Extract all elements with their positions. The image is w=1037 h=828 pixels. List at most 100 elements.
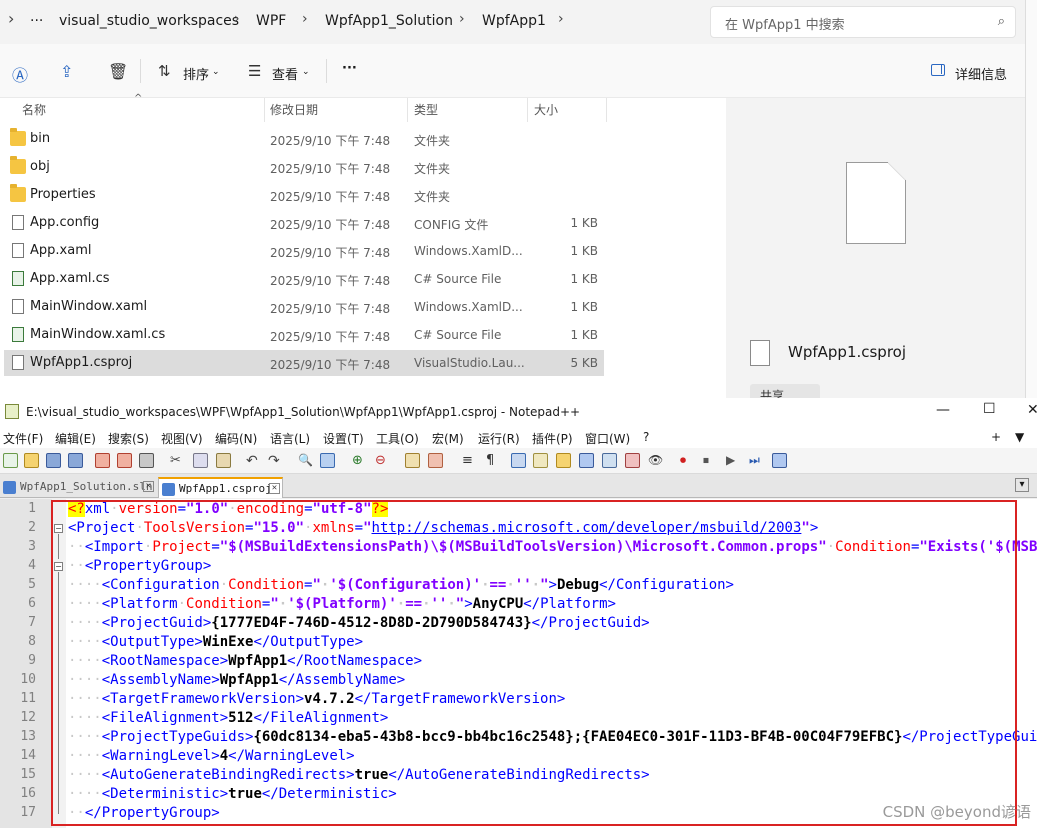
chevron-right-icon[interactable]: › [558,11,564,27]
language-icon[interactable] [533,453,548,468]
column-divider[interactable] [407,98,408,122]
paste-icon[interactable] [216,453,231,468]
column-header-type[interactable]: 类型 [414,101,438,118]
menu-edit[interactable]: 编辑(E) [55,430,96,447]
sort-icon[interactable]: ⇅ [158,62,171,80]
stop-macro-icon[interactable]: ⏹ [703,453,718,468]
menu-view[interactable]: 视图(V) [161,430,203,447]
document-icon [846,162,906,244]
menu-encoding[interactable]: 编码(N) [215,430,257,447]
find-icon[interactable]: 🔍 [298,453,313,468]
share-icon[interactable]: ⇪ [60,62,73,81]
details-button[interactable]: 详细信息 [955,64,1007,83]
menu-search[interactable]: 搜索(S) [108,430,149,447]
menu-plugins[interactable]: 插件(P) [532,430,573,447]
file-row[interactable]: obj 2025/9/10 下午 7:48 文件夹 [4,154,604,180]
menu-tools[interactable]: 工具(O) [376,430,419,447]
column-header-name[interactable]: 名称 [22,101,46,118]
menu-macro[interactable]: 宏(M) [432,430,464,447]
rename-icon[interactable]: Ⓐ [12,62,28,86]
open-file-icon[interactable] [24,453,39,468]
play-macro-icon[interactable]: ▶ [726,453,741,468]
chevron-right-icon[interactable]: › [302,11,308,27]
save-macro-icon[interactable] [772,453,787,468]
indent-guide-icon[interactable] [511,453,526,468]
breadcrumb-item[interactable]: WpfApp1_Solution [325,13,453,29]
file-row[interactable]: Properties 2025/9/10 下午 7:48 文件夹 [4,182,604,208]
monitoring-icon[interactable] [625,453,640,468]
view-icon[interactable]: ☰ [248,62,261,80]
cut-icon[interactable]: ✂ [170,453,185,468]
folder-workspace-icon[interactable] [602,453,617,468]
doc-map-icon[interactable] [556,453,571,468]
more-options-button[interactable]: ··· [342,61,357,76]
chevron-right-icon[interactable]: › [234,11,240,27]
file-row[interactable]: bin 2025/9/10 下午 7:48 文件夹 [4,126,604,152]
show-all-chars-icon[interactable]: ¶ [486,453,501,468]
run-multiple-macro-icon[interactable]: ⏭ [749,453,764,468]
redo-icon[interactable]: ↷ [268,453,283,469]
sort-button[interactable]: 排序 [183,64,209,83]
maximize-icon[interactable]: ☐ [983,401,996,417]
menu-help[interactable]: ? [643,430,649,444]
breadcrumb-item[interactable]: WpfApp1 [482,13,546,29]
function-list-icon[interactable] [579,453,594,468]
word-wrap-icon[interactable]: ≡ [462,453,477,468]
close-icon[interactable]: ✕ [1027,402,1037,418]
menu-file[interactable]: 文件(F) [3,430,43,447]
column-header-size[interactable]: 大小 [534,101,558,118]
chevron-right-icon[interactable]: › [459,11,465,27]
copy-icon[interactable] [193,453,208,468]
file-row[interactable]: MainWindow.xaml 2025/9/10 下午 7:48 Window… [4,294,604,320]
breadcrumb-item[interactable]: visual_studio_workspaces [59,13,239,29]
column-divider[interactable] [527,98,528,122]
add-tab-button[interactable]: + [991,430,1001,444]
view-button[interactable]: 查看 [272,64,298,83]
file-row-selected[interactable]: WpfApp1.csproj 2025/9/10 下午 7:48 VisualS… [4,350,604,376]
minimize-icon[interactable]: — [936,402,950,418]
save-all-icon[interactable] [68,453,83,468]
new-file-icon[interactable] [3,453,18,468]
undo-icon[interactable]: ↶ [246,453,261,469]
menu-run[interactable]: 运行(R) [478,430,520,447]
close-all-icon[interactable] [117,453,132,468]
close-file-icon[interactable] [95,453,110,468]
menu-settings[interactable]: 设置(T) [323,430,364,447]
sync-vertical-icon[interactable] [405,453,420,468]
delete-icon[interactable]: 🗑 [108,62,128,81]
close-icon[interactable]: ✕ [143,481,154,492]
sync-horizontal-icon[interactable] [428,453,443,468]
tab-list-button[interactable]: ▼ [1015,430,1024,444]
column-header-modified[interactable]: 修改日期 [270,101,318,118]
menu-language[interactable]: 语言(L) [270,430,310,447]
column-divider[interactable] [606,98,607,122]
breadcrumb-item[interactable]: WPF [256,13,286,29]
file-row[interactable]: App.xaml 2025/9/10 下午 7:48 Windows.XamlD… [4,238,604,264]
zoom-in-icon[interactable]: ⊕ [352,453,367,468]
column-divider[interactable] [264,98,265,122]
record-macro-icon[interactable]: ⏺ [680,453,695,468]
details-pane-icon[interactable] [931,64,945,76]
address-bar[interactable]: › ··· visual_studio_workspaces › WPF › W… [0,0,1025,44]
share-button[interactable]: 共享 [750,384,820,398]
file-row[interactable]: App.xaml.cs 2025/9/10 下午 7:48 C# Source … [4,266,604,292]
eye-icon[interactable]: 👁 [648,453,663,468]
file-name: MainWindow.xaml.cs [30,327,166,342]
chevron-down-icon[interactable]: ▾ [1015,478,1029,492]
tab-sln[interactable]: WpfApp1_Solution.sln ✕ [0,477,156,498]
more-crumbs-icon[interactable]: ··· [30,13,43,29]
file-row[interactable]: MainWindow.xaml.cs 2025/9/10 下午 7:48 C# … [4,322,604,348]
close-icon[interactable]: ✕ [269,483,280,494]
chevron-down-icon[interactable]: ⌄ [212,67,220,77]
chevron-right-icon[interactable]: › [8,9,14,28]
search-input[interactable]: 在 WpfApp1 中搜索 ⌕ [710,6,1016,38]
zoom-out-icon[interactable]: ⊖ [375,453,390,468]
chevron-down-icon[interactable]: ⌄ [302,67,310,77]
tab-csproj[interactable]: WpfApp1.csproj ✕ [158,477,283,498]
file-row[interactable]: App.config 2025/9/10 下午 7:48 CONFIG 文件 1… [4,210,604,236]
title-bar[interactable]: E:\visual_studio_workspaces\WPF\WpfApp1_… [0,398,1037,426]
menu-window[interactable]: 窗口(W) [585,430,630,447]
save-icon[interactable] [46,453,61,468]
replace-icon[interactable] [320,453,335,468]
print-icon[interactable] [139,453,154,468]
